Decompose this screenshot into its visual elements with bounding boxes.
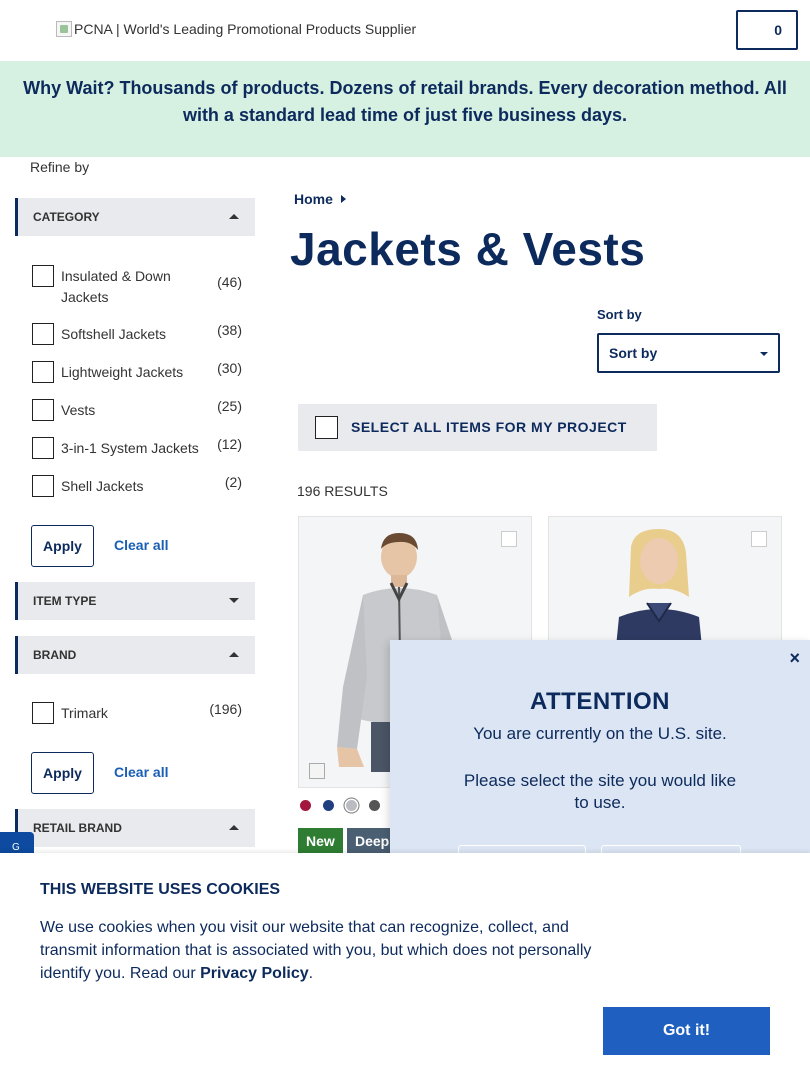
facet-retail-brand-title: RETAIL BRAND (33, 821, 122, 835)
facet-retail-brand-header[interactable]: RETAIL BRAND (15, 809, 255, 847)
facet-option-label: 3-in-1 System Jackets (61, 440, 199, 456)
facet-checkbox[interactable] (32, 323, 54, 345)
color-swatch[interactable] (323, 800, 334, 811)
modal-title: ATTENTION (529, 688, 671, 715)
facet-option-label: Shell Jackets (61, 478, 144, 494)
side-tab-label: G (12, 842, 20, 853)
color-swatch[interactable] (300, 800, 311, 811)
privacy-policy-link[interactable]: Privacy Policy (200, 965, 309, 982)
site-header: PCNA | World's Leading Promotional Produ… (0, 0, 810, 61)
facet-checkbox[interactable] (32, 265, 54, 287)
facet-option-count: (2) (224, 474, 242, 490)
facet-checkbox[interactable] (32, 361, 54, 383)
cookie-message: We use cookies when you visit our websit… (40, 919, 592, 982)
category-clear-all-link[interactable]: Clear all (114, 537, 168, 553)
facet-option-label: Vests (61, 402, 96, 418)
select-all-items[interactable]: SELECT ALL ITEMS FOR MY PROJECT (298, 404, 657, 451)
brand-apply-button[interactable]: Apply (31, 752, 94, 794)
brand-clear-all-link[interactable]: Clear all (114, 764, 168, 780)
facet-brand-header[interactable]: BRAND (15, 636, 255, 674)
color-swatch[interactable] (369, 800, 380, 811)
cart-count: 0 (774, 22, 782, 38)
sort-select-value: Sort by (609, 345, 658, 361)
facet-checkbox[interactable] (32, 475, 54, 497)
results-count: 196 RESULTS (297, 483, 388, 499)
close-icon[interactable]: × (789, 648, 800, 669)
facet-option-label: Softshell Jackets (61, 326, 167, 342)
caret-down-icon (229, 598, 239, 603)
badge-new: New (298, 828, 343, 854)
refine-label: Refine by (30, 159, 90, 175)
product-compare-checkbox[interactable] (751, 531, 767, 547)
product-compare-checkbox[interactable] (501, 531, 517, 547)
color-swatch-selected[interactable] (346, 800, 357, 811)
facet-option-count: (30) (217, 360, 242, 376)
facet-option-label: Trimark (61, 705, 108, 721)
cookie-banner: THIS WEBSITE USES COOKIES We use cookies… (0, 853, 810, 1080)
site-logo[interactable]: PCNA | World's Leading Promotional Produ… (56, 21, 416, 37)
promo-text: Why Wait? Thousands of products. Dozens … (23, 78, 787, 125)
promo-banner: Why Wait? Thousands of products. Dozens … (0, 61, 810, 157)
sort-select[interactable]: Sort by (597, 333, 780, 373)
facet-item-type-title: ITEM TYPE (33, 594, 97, 608)
facet-option-count: (196) (209, 701, 242, 717)
facet-checkbox[interactable] (32, 702, 54, 724)
facet-checkbox[interactable] (32, 399, 54, 421)
breadcrumb: Home (294, 191, 346, 207)
facet-option-label: Insulated & Down Jackets (61, 268, 171, 305)
sort-label: Sort by (597, 307, 642, 322)
broken-image-icon (56, 21, 72, 37)
page-title: Jackets & Vests (290, 223, 646, 275)
select-all-checkbox[interactable] (315, 416, 338, 439)
facet-option-label: Lightweight Jackets (61, 364, 184, 380)
got-it-button[interactable]: Got it! (603, 1007, 770, 1055)
chevron-down-icon (760, 352, 768, 356)
facet-option-count: (46) (217, 274, 242, 290)
cookie-text: We use cookies when you visit our websit… (40, 916, 610, 985)
logo-alt-text: PCNA | World's Leading Promotional Produ… (74, 21, 417, 37)
facet-category-header[interactable]: CATEGORY (15, 198, 255, 236)
facet-item-type-header[interactable]: ITEM TYPE (15, 582, 255, 620)
facet-category-title: CATEGORY (33, 210, 100, 224)
facet-option-count: (25) (217, 398, 242, 414)
facet-option-count: (12) (217, 436, 242, 452)
select-all-label: SELECT ALL ITEMS FOR MY PROJECT (351, 419, 627, 435)
broken-image-icon (309, 763, 325, 779)
cart-button[interactable]: 0 (736, 10, 798, 50)
facet-option-count: (38) (217, 322, 242, 338)
modal-instruction: Please select the site you would like to… (463, 771, 737, 812)
caret-up-icon (229, 652, 239, 657)
chevron-right-icon (340, 195, 346, 203)
breadcrumb-home-link[interactable]: Home (294, 191, 333, 207)
caret-up-icon (229, 825, 239, 830)
facet-checkbox[interactable] (32, 437, 54, 459)
modal-current-site: You are currently on the U.S. site. (473, 724, 727, 743)
cookie-period: . (308, 965, 314, 982)
facet-brand-title: BRAND (33, 648, 77, 662)
caret-up-icon (229, 214, 239, 219)
cookie-title: THIS WEBSITE USES COOKIES (40, 881, 281, 898)
category-apply-button[interactable]: Apply (31, 525, 94, 567)
